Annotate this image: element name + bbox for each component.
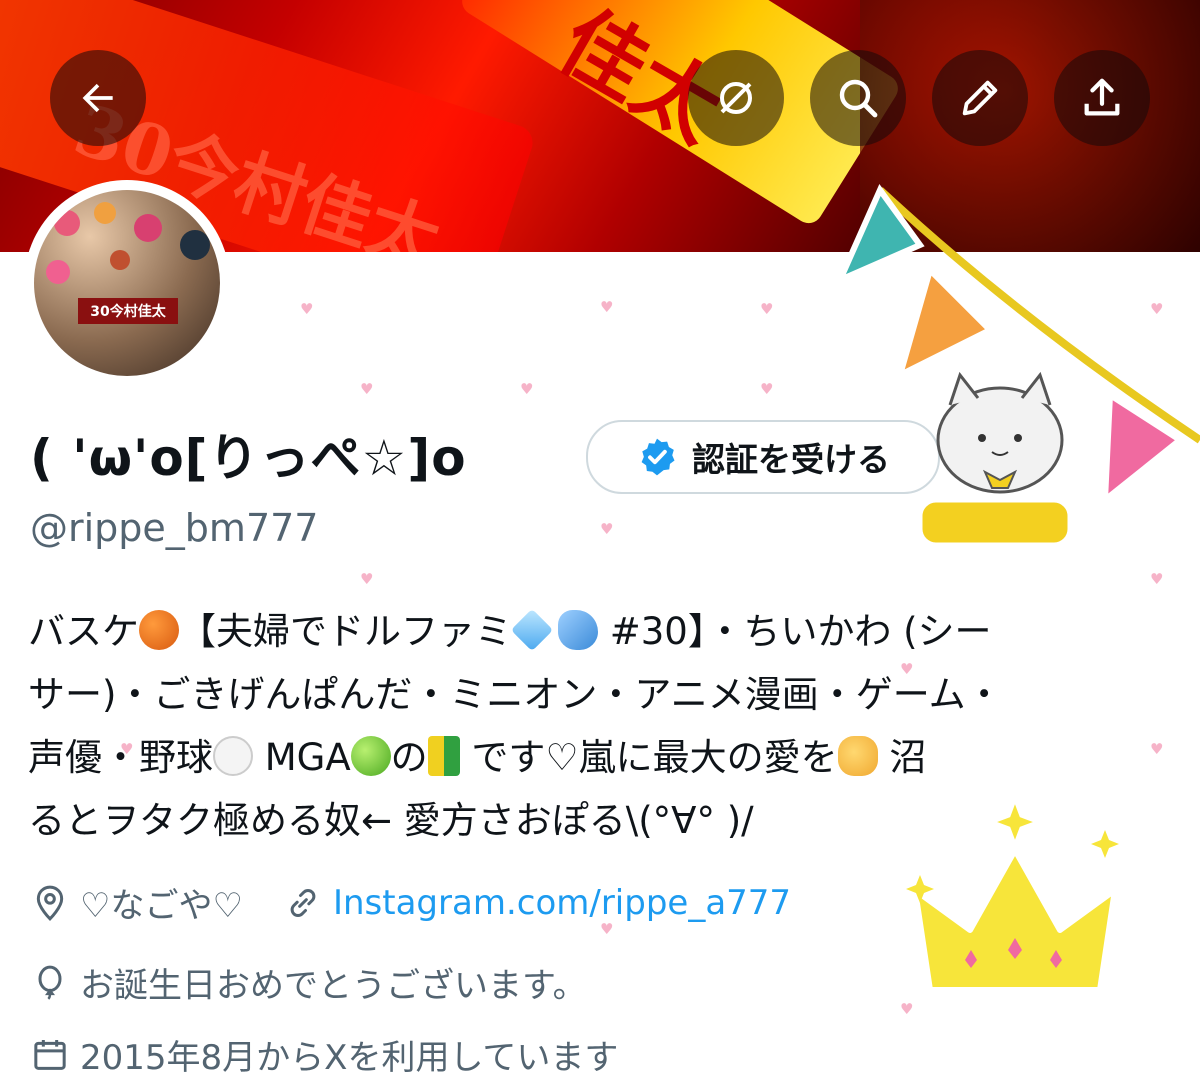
edit-button[interactable] — [932, 50, 1028, 146]
heart-decoration: ♥ — [1150, 570, 1164, 588]
share-icon — [1084, 78, 1120, 116]
user-handle: @rippe_bm777 — [30, 506, 319, 550]
grok-icon — [720, 82, 752, 114]
avatar-image: 30今村佳太 — [34, 190, 220, 376]
search-icon — [839, 79, 878, 118]
location-text: ♡なごや♡ — [80, 886, 243, 926]
verified-badge-icon — [641, 438, 675, 476]
dolphin-emoji-icon — [558, 610, 598, 650]
avatar-banner-text: 30今村佳太 — [78, 298, 178, 324]
heart-decoration: ♥ — [760, 300, 774, 318]
avatar[interactable]: 30今村佳太 — [24, 180, 230, 386]
basketball-emoji-icon — [139, 610, 179, 650]
website-link[interactable]: Instagram.com/rippe_a777 — [333, 883, 791, 923]
heart-decoration: ♥ — [600, 298, 614, 316]
birthday-text: お誕生日おめでとうございます。 — [80, 966, 587, 1006]
calendar-icon — [34, 1039, 66, 1070]
display-name: ( 'ω'o[りっぺ☆]o — [30, 429, 467, 487]
crown-sticker-icon — [906, 800, 1119, 993]
joined-date-text: 2015年8月からXを利用しています — [80, 1038, 619, 1078]
bio-line: 声優・野球 MGA の です♡嵐に最大の愛を 沼 — [28, 736, 927, 779]
bio-line: バスケ 【夫婦でドルファミ #30】・ちいかわ (シー — [28, 608, 992, 653]
back-button[interactable] — [50, 50, 146, 146]
heart-decoration: ♥ — [360, 570, 374, 588]
green-apple-emoji-icon — [350, 736, 391, 776]
location-pin-icon — [36, 885, 64, 921]
diamond-emoji-icon — [510, 608, 554, 652]
lantern-shape — [134, 214, 162, 242]
heart-decoration: ♥ — [300, 300, 314, 318]
grok-button[interactable] — [688, 50, 784, 146]
profile-meta-row: お誕生日おめでとうございます。 — [30, 958, 587, 1007]
balloon-icon — [38, 965, 62, 1000]
baseball-emoji-icon — [213, 736, 253, 776]
beginner-mark-emoji-icon — [427, 736, 460, 776]
heart-decoration: ♥ — [360, 380, 374, 398]
heart-decoration: ♥ — [600, 520, 614, 538]
arrow-left-icon — [82, 83, 113, 113]
share-button[interactable] — [1054, 50, 1150, 146]
lantern-shape — [110, 250, 130, 270]
search-button[interactable] — [810, 50, 906, 146]
heart-decoration: ♥ — [520, 380, 534, 398]
lantern-shape — [54, 210, 80, 236]
profile-meta-row: 2015年8月からXを利用しています — [30, 1030, 618, 1079]
cat-sticker-icon — [917, 371, 1073, 548]
lantern-shape — [46, 260, 70, 284]
bio-line: サー)・ごきげんぱんだ・ミニオン・アニメ漫画・ゲーム・ — [28, 673, 1003, 716]
link-icon — [290, 888, 316, 917]
edit-icon — [962, 80, 998, 116]
lantern-shape — [94, 202, 116, 224]
heart-decoration: ♥ — [900, 1000, 914, 1018]
lantern-shape — [180, 230, 210, 260]
heart-hands-emoji-icon — [837, 736, 878, 776]
profile-meta-row: ♡なごや♡ Instagram.com/rippe_a777 — [30, 878, 791, 927]
heart-decoration: ♥ — [760, 380, 774, 398]
